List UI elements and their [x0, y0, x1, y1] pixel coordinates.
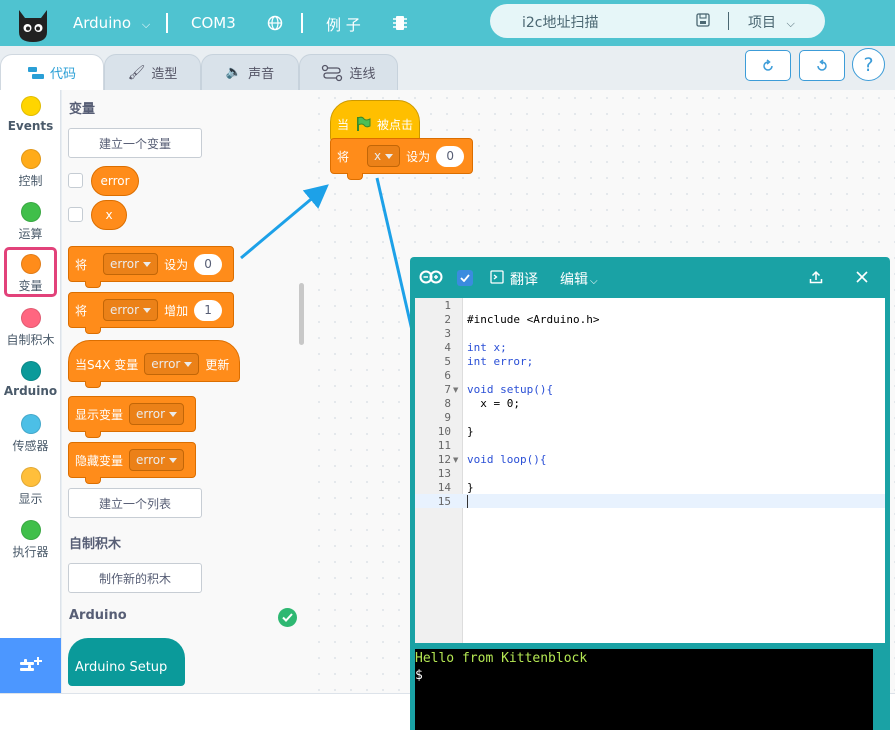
- line-number: 7: [444, 383, 451, 396]
- code-line: void setup(){: [467, 383, 554, 396]
- line-number: 8: [444, 397, 451, 410]
- code-line: }: [467, 481, 474, 494]
- text-cursor: [467, 495, 468, 508]
- line-number: 12: [437, 453, 451, 466]
- arrow-palette-to-workspace: [240, 184, 329, 260]
- line-number: 14: [437, 481, 451, 494]
- upload-icon[interactable]: [809, 270, 823, 284]
- line-number: 3: [444, 327, 451, 340]
- code-window-header: 翻译 编辑 ⌵: [410, 257, 890, 298]
- line-number: 1: [444, 299, 451, 312]
- line-number: 5: [444, 355, 451, 368]
- terminal-prompt: $: [415, 668, 423, 683]
- line-number: 15: [437, 495, 451, 508]
- translate-button[interactable]: 翻译: [510, 269, 538, 289]
- fold-arrow-icon[interactable]: ▼: [453, 456, 458, 464]
- edit-menu[interactable]: 编辑 ⌵: [560, 269, 598, 289]
- terminal-icon: [490, 270, 504, 284]
- line-number: 4: [444, 341, 451, 354]
- fold-arrow-icon[interactable]: ▼: [453, 386, 458, 394]
- chevron-down-icon: ⌵: [590, 276, 598, 287]
- arduino-infinity-icon: [419, 270, 443, 284]
- active-line-highlight: [415, 494, 885, 508]
- line-number: 10: [437, 425, 451, 438]
- line-number: 2: [444, 313, 451, 326]
- sync-checkbox[interactable]: [457, 270, 473, 286]
- line-number: 6: [444, 369, 451, 382]
- arduino-code-window: 翻译 编辑 ⌵ 1 2 3 4 5 6 7 8 9 10 11 12 13 14 …: [410, 257, 890, 730]
- line-number: 11: [437, 439, 451, 452]
- close-icon[interactable]: [856, 271, 868, 283]
- check-icon: [460, 274, 470, 282]
- code-line: int error;: [467, 355, 534, 368]
- code-line: int x;: [467, 341, 507, 354]
- code-editor[interactable]: 1 2 3 4 5 6 7 8 9 10 11 12 13 14 15 ▼ ▼ …: [415, 298, 885, 643]
- line-number: 13: [437, 467, 451, 480]
- code-line: void loop(){: [467, 453, 547, 466]
- code-line: #include <Arduino.h>: [467, 313, 600, 326]
- code-line: x = 0;: [467, 397, 520, 410]
- code-line: }: [467, 425, 474, 438]
- edit-menu-label: 编辑: [560, 272, 588, 288]
- serial-terminal[interactable]: Hello from Kittenblock $: [415, 649, 873, 730]
- terminal-output: Hello from Kittenblock: [415, 651, 588, 666]
- line-number: 9: [444, 411, 451, 424]
- terminal-scroll-edge: [876, 649, 890, 730]
